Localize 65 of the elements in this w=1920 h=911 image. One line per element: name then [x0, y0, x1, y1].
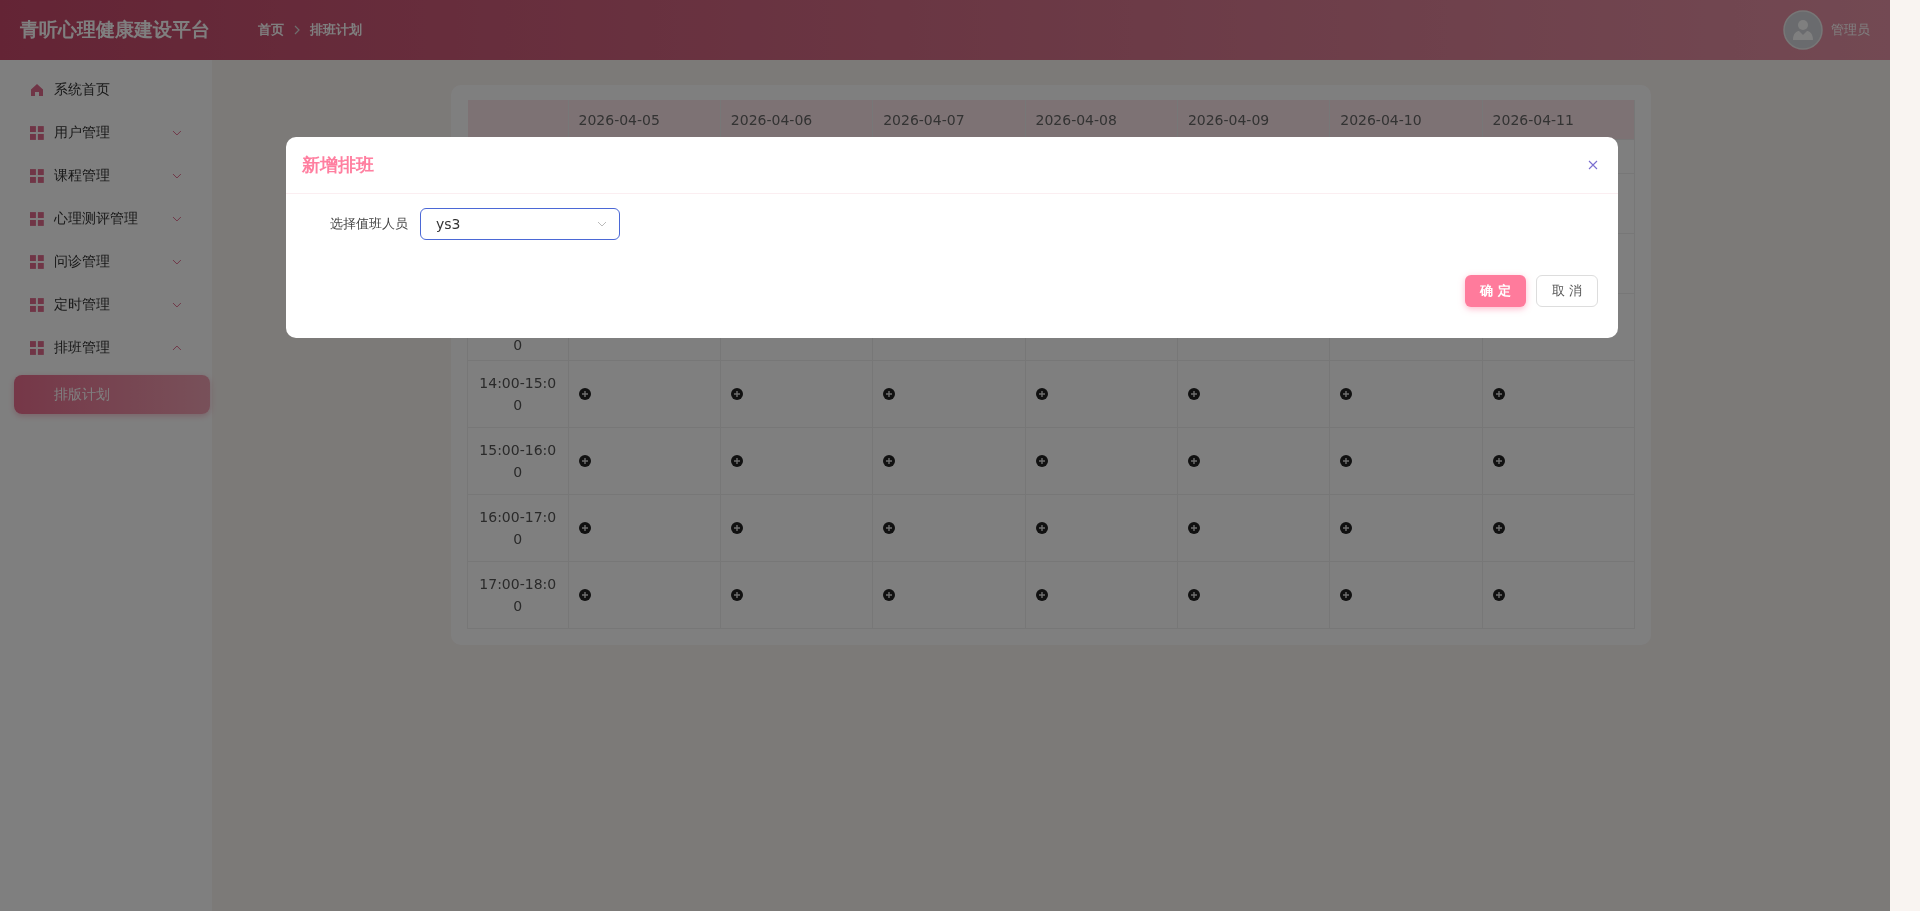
add-icon[interactable]	[1035, 388, 1048, 400]
chevron-icon	[292, 25, 302, 35]
add-icon[interactable]	[730, 455, 743, 467]
home-icon	[30, 82, 44, 97]
add-icon[interactable]	[1492, 589, 1505, 601]
time-slot: 17:00-18:00	[479, 576, 557, 614]
time-slot: 0	[513, 337, 523, 353]
menu-item[interactable]: 问诊管理	[0, 240, 212, 283]
add-icon[interactable]	[883, 589, 896, 601]
add-icon[interactable]	[1340, 388, 1353, 400]
menu-item[interactable]: 定时管理	[0, 283, 212, 326]
add-icon[interactable]	[1187, 455, 1200, 467]
grid-icon	[30, 168, 44, 183]
field-label: 选择值班人员	[329, 215, 409, 233]
add-icon[interactable]	[1492, 455, 1505, 467]
add-icon[interactable]	[730, 388, 743, 400]
app-title: 青听心理健康建设平台	[20, 17, 211, 42]
add-icon[interactable]	[1340, 455, 1353, 467]
add-icon[interactable]	[1187, 589, 1200, 601]
dialog-title: 新增排班	[302, 153, 374, 177]
add-icon[interactable]	[730, 522, 743, 534]
breadcrumb-item[interactable]: 首页	[258, 21, 284, 39]
time-slot: 16:00-17:00	[479, 509, 557, 547]
time-slot: 15:00-16:00	[479, 442, 557, 480]
column-header: 2026-04-11	[1482, 100, 1635, 140]
add-icon[interactable]	[1035, 455, 1048, 467]
add-icon[interactable]	[1187, 388, 1200, 400]
menu-item[interactable]: 排班管理	[0, 326, 212, 369]
column-header: 2026-04-08	[1025, 100, 1178, 140]
add-icon[interactable]	[1492, 388, 1505, 400]
add-icon[interactable]	[883, 522, 896, 534]
time-slot: 14:00-15:00	[479, 375, 557, 413]
add-icon[interactable]	[883, 455, 896, 467]
add-icon[interactable]	[1340, 589, 1353, 601]
grid-icon	[30, 254, 44, 269]
add-icon[interactable]	[578, 589, 591, 601]
column-header: 2026-04-06	[720, 100, 873, 140]
column-header: 2026-04-05	[568, 100, 721, 140]
grid-icon	[30, 340, 44, 355]
column-header: 2026-04-10	[1329, 100, 1483, 140]
staff-select[interactable]: ys3	[420, 208, 620, 240]
menu-item[interactable]: 课程管理	[0, 154, 212, 197]
add-icon[interactable]	[578, 388, 591, 400]
add-icon[interactable]	[1492, 522, 1505, 534]
caret-down-icon	[597, 221, 607, 227]
add-icon[interactable]	[883, 388, 896, 400]
column-header: 2026-04-07	[872, 100, 1026, 140]
add-icon[interactable]	[1187, 522, 1200, 534]
add-icon[interactable]	[1035, 522, 1048, 534]
add-icon[interactable]	[1035, 589, 1048, 601]
cancel-button[interactable]: 取 消	[1535, 275, 1598, 307]
confirm-button[interactable]: 确 定	[1465, 275, 1526, 307]
grid-icon	[30, 125, 44, 140]
add-icon[interactable]	[730, 589, 743, 601]
column-header: 2026-04-09	[1177, 100, 1330, 140]
breadcrumb-item: 排班计划	[310, 21, 362, 39]
add-icon[interactable]	[1340, 522, 1353, 534]
grid-icon	[30, 211, 44, 226]
grid-icon	[30, 297, 44, 312]
close-icon[interactable]	[1588, 160, 1598, 170]
add-icon[interactable]	[578, 522, 591, 534]
menu-item[interactable]: 系统首页	[0, 68, 212, 111]
menu-item[interactable]: 心理测评管理	[0, 197, 212, 240]
menu-item[interactable]: 用户管理	[0, 111, 212, 154]
add-icon[interactable]	[578, 455, 591, 467]
